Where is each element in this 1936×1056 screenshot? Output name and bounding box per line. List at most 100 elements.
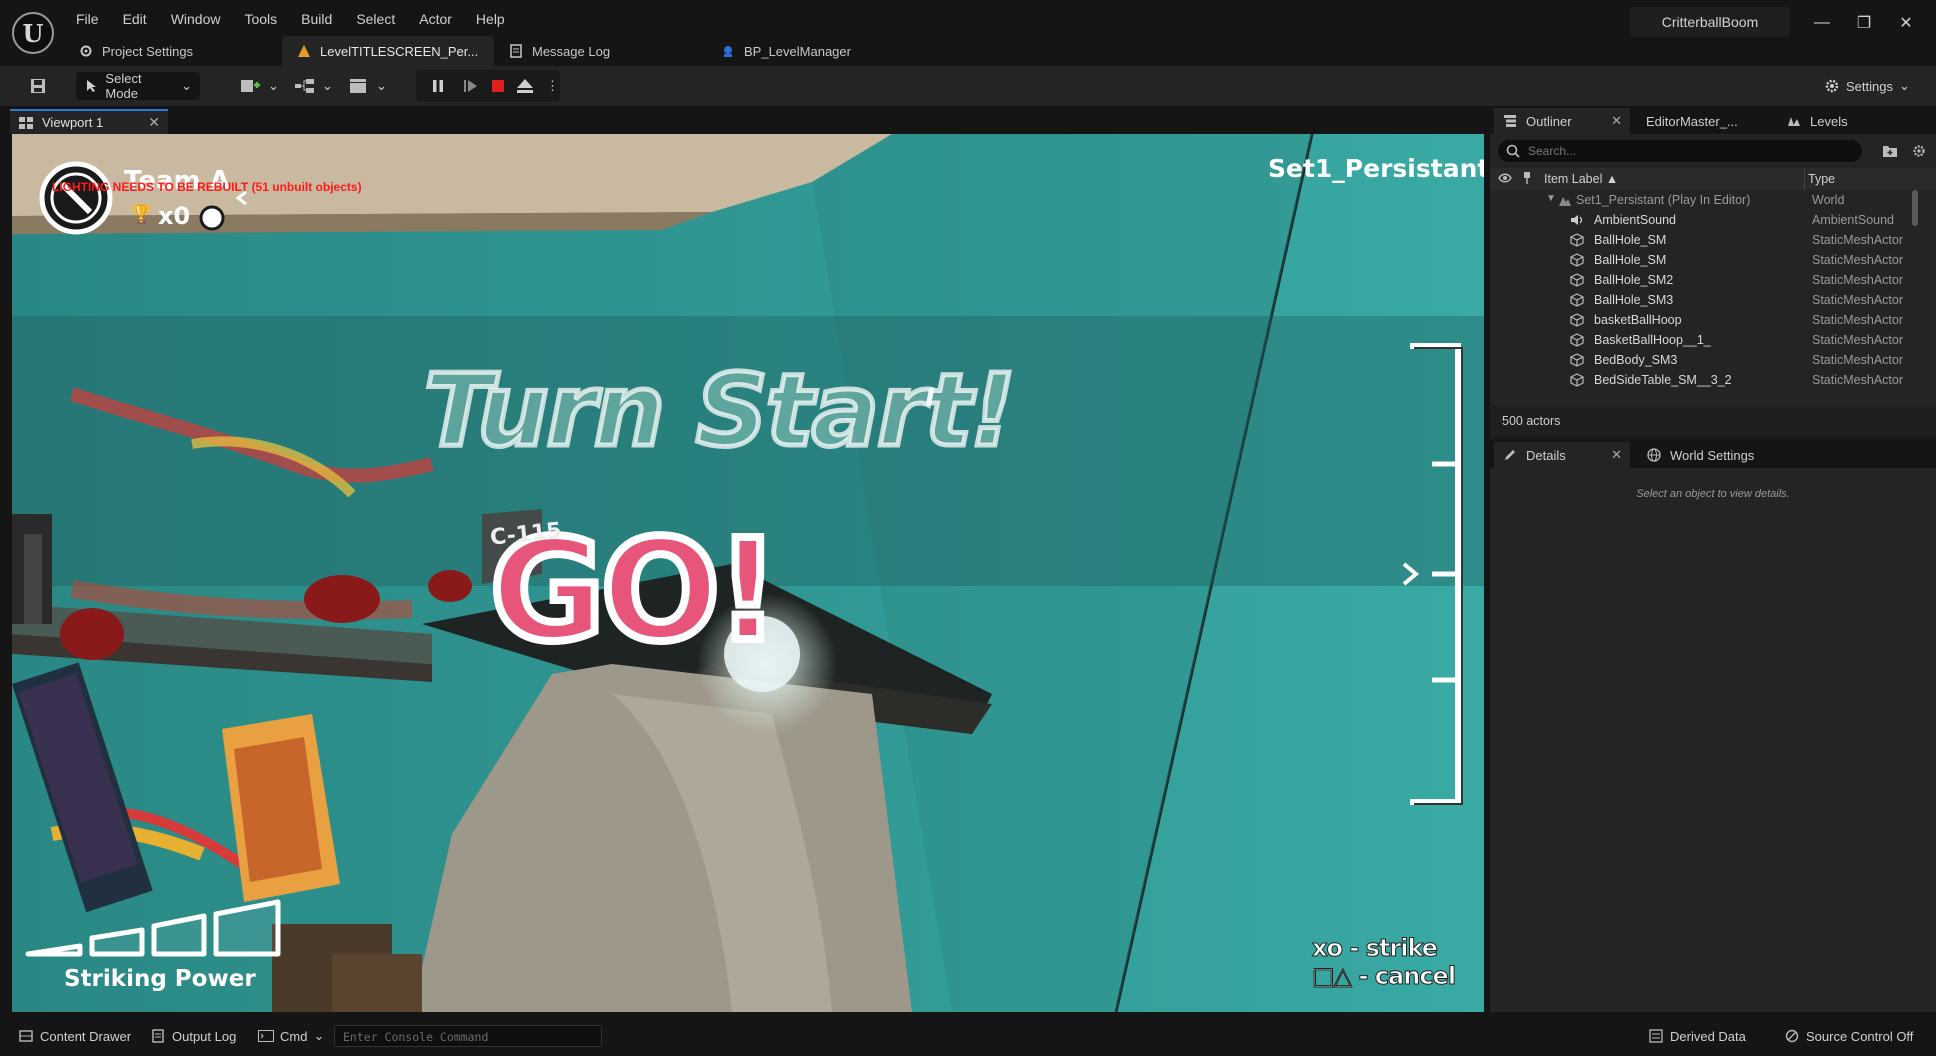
output-log-button[interactable]: Output Log <box>150 1026 236 1046</box>
derived-data-icon <box>1648 1028 1664 1044</box>
close-icon[interactable]: ✕ <box>1892 10 1920 36</box>
tree-row[interactable]: BallHole_SM2 StaticMeshActor <box>1490 270 1930 290</box>
mesh-icon <box>1570 353 1584 367</box>
settings-label: Settings <box>1846 78 1893 94</box>
main-toolbar: Select Mode ⌄ ⌄ ⌄ ⌄ ⋮ Settings ⌄ <box>0 66 1936 106</box>
eject-button[interactable] <box>508 72 542 100</box>
power-bar-3 <box>151 913 207 957</box>
cinematics-button[interactable]: ⌄ <box>340 72 395 100</box>
outliner-column-header: Item Label ▲ Type <box>1490 168 1936 190</box>
tab-details[interactable]: Details ✕ <box>1494 442 1630 468</box>
console-command-input[interactable]: Enter Console Command <box>334 1025 602 1047</box>
source-control-label: Source Control Off <box>1806 1028 1914 1044</box>
menu-actor[interactable]: Actor <box>407 9 464 29</box>
add-actor-button[interactable]: ⌄ <box>232 72 287 100</box>
output-log-label: Output Log <box>172 1028 237 1044</box>
tree-row-label: BedBody_SM3 <box>1594 353 1678 367</box>
source-control-button[interactable]: Source Control Off <box>1784 1026 1913 1046</box>
menu-edit[interactable]: Edit <box>111 9 159 29</box>
close-icon[interactable]: ✕ <box>1611 447 1622 463</box>
levels-tab-label: Levels <box>1810 113 1848 129</box>
tree-row[interactable]: BallHole_SM3 StaticMeshActor <box>1490 290 1930 310</box>
pause-button[interactable] <box>422 72 454 100</box>
actor-count: 500 actors <box>1490 406 1936 436</box>
details-empty-message: Select an object to view details. <box>1636 488 1790 500</box>
log-icon <box>508 43 524 59</box>
power-bar-4 <box>213 899 281 957</box>
cmd-dropdown[interactable]: Cmd ⌄ <box>258 1026 324 1046</box>
menu-tools[interactable]: Tools <box>232 9 289 29</box>
menu-help[interactable]: Help <box>464 9 517 29</box>
tree-row-clipped <box>1490 390 1930 398</box>
gear-icon[interactable] <box>1912 144 1926 161</box>
tab-project-settings[interactable]: Project Settings <box>64 36 282 66</box>
outliner-search-input[interactable]: Search... <box>1498 140 1862 162</box>
menu-window[interactable]: Window <box>159 9 233 29</box>
tree-row-type: StaticMeshActor <box>1812 273 1904 287</box>
tree-row[interactable]: BedBody_SM3 StaticMeshActor <box>1490 350 1930 370</box>
cancel-hint: □△ - cancel <box>1312 962 1457 991</box>
outliner-icon <box>1502 113 1518 129</box>
tree-row-type: StaticMeshActor <box>1812 333 1904 347</box>
menu-select[interactable]: Select <box>344 9 407 29</box>
tab-outliner[interactable]: Outliner ✕ <box>1494 108 1630 134</box>
tree-row-type: StaticMeshActor <box>1812 293 1904 307</box>
menu-build[interactable]: Build <box>289 9 344 29</box>
tab-viewport-1[interactable]: Viewport 1 ✕ <box>10 109 168 134</box>
blueprint-icon <box>720 43 736 59</box>
tree-row[interactable]: BallHole_SM StaticMeshActor <box>1490 250 1930 270</box>
tree-row-type: AmbientSound <box>1812 213 1895 227</box>
tree-row-type: StaticMeshActor <box>1812 253 1904 267</box>
pin-icon[interactable] <box>1522 172 1532 187</box>
expand-arrow-icon[interactable]: ▼ <box>1546 193 1556 204</box>
tab-label: BP_LevelManager <box>744 43 851 59</box>
tab-level[interactable]: LevelTITLESCREEN_Per... <box>282 36 494 66</box>
tree-row-label: BallHole_SM2 <box>1594 273 1674 287</box>
tab-editor-master[interactable]: EditorMaster_... <box>1638 108 1758 134</box>
viewport-icon <box>18 115 34 131</box>
add-folder-icon[interactable] <box>1882 144 1898 161</box>
chevron-down-icon: ⌄ <box>376 78 387 93</box>
tree-row-label: BallHole_SM <box>1594 253 1667 267</box>
game-viewport[interactable]: Team A LIGHTING NEEDS TO BE REBUILT (51 … <box>12 134 1484 1012</box>
tab-world-settings[interactable]: World Settings <box>1638 442 1788 468</box>
mesh-icon <box>1570 313 1584 327</box>
tree-row[interactable]: basketBallHoop StaticMeshActor <box>1490 310 1930 330</box>
tab-bp-levelmanager[interactable]: BP_LevelManager <box>706 36 906 66</box>
tree-row-label: BallHole_SM3 <box>1594 293 1674 307</box>
column-divider <box>1804 168 1805 190</box>
visibility-eye-icon[interactable] <box>1498 172 1512 187</box>
column-item-label[interactable]: Item Label ▲ <box>1544 172 1618 186</box>
right-panels: Outliner ✕ EditorMaster_... Levels Searc… <box>1490 106 1936 1012</box>
settings-button[interactable]: Settings ⌄ <box>1816 72 1918 100</box>
cmd-label: Cmd <box>280 1028 308 1044</box>
restore-icon[interactable]: ❐ <box>1850 10 1878 36</box>
tree-row[interactable]: AmbientSound AmbientSound <box>1490 210 1930 230</box>
save-icon[interactable] <box>22 72 54 100</box>
close-icon[interactable]: ✕ <box>148 114 160 131</box>
power-meter <box>25 899 281 957</box>
content-drawer-button[interactable]: Content Drawer <box>18 1026 131 1046</box>
mesh-icon <box>1570 233 1584 247</box>
menu-file[interactable]: File <box>64 9 111 29</box>
tree-row[interactable]: BallHole_SM StaticMeshActor <box>1490 230 1930 250</box>
column-type[interactable]: Type <box>1808 172 1835 186</box>
world-settings-tab-label: World Settings <box>1670 447 1755 463</box>
chevron-down-icon: ⌄ <box>268 78 279 93</box>
blueprint-menu-button[interactable]: ⌄ <box>286 72 341 100</box>
tree-row-type: StaticMeshActor <box>1812 373 1904 387</box>
outliner-scrollbar[interactable] <box>1912 190 1918 226</box>
more-options-icon[interactable]: ⋮ <box>538 72 567 100</box>
tab-levels[interactable]: Levels <box>1778 108 1878 134</box>
tree-row-root[interactable]: ▼ Set1_Persistant (Play In Editor) World <box>1490 190 1930 210</box>
derived-data-label: Derived Data <box>1670 1028 1746 1044</box>
minimize-icon[interactable]: — <box>1808 10 1836 36</box>
tree-row[interactable]: BedSideTable_SM__3_2 StaticMeshActor <box>1490 370 1930 390</box>
tree-row[interactable]: BasketBallHoop__1_ StaticMeshActor <box>1490 330 1930 350</box>
close-icon[interactable]: ✕ <box>1611 113 1622 129</box>
unreal-logo-icon[interactable]: U <box>12 12 54 54</box>
select-mode-dropdown[interactable]: Select Mode ⌄ <box>76 71 200 101</box>
tab-message-log[interactable]: Message Log <box>494 36 706 66</box>
derived-data-button[interactable]: Derived Data <box>1648 1026 1746 1046</box>
outliner-tab-bar: Outliner ✕ EditorMaster_... Levels <box>1490 106 1936 134</box>
